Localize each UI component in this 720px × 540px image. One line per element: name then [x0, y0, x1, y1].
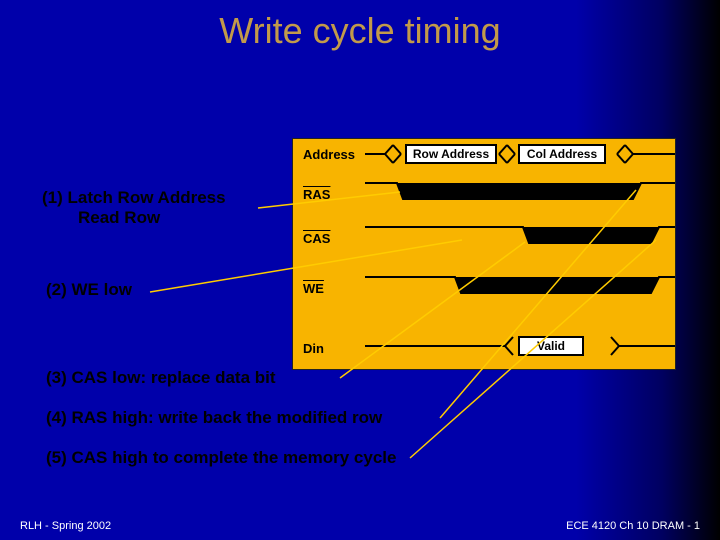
annotation-1-sub: Read Row: [78, 208, 226, 228]
row-address-box: Row Address: [405, 144, 497, 164]
footer-right: ECE 4120 Ch 10 DRAM - 1: [566, 520, 700, 532]
footer-left: RLH - Spring 2002: [20, 520, 111, 532]
annotation-4: (4) RAS high: write back the modified ro…: [46, 408, 382, 428]
ras-wave: [365, 179, 675, 205]
cas-wave: [365, 223, 675, 249]
annotation-5: (5) CAS high to complete the memory cycl…: [46, 448, 396, 468]
timing-panel: Address Row Address Col Address RAS CAS …: [292, 138, 676, 370]
we-label: WE: [303, 281, 324, 296]
annotation-1-main: (1) Latch Row Address: [42, 188, 226, 207]
address-label: Address: [303, 147, 355, 162]
col-address-box: Col Address: [518, 144, 606, 164]
valid-box: Valid: [518, 336, 584, 356]
cas-label: CAS: [303, 231, 330, 246]
annotation-1: (1) Latch Row Address Read Row: [42, 188, 226, 228]
we-wave: [365, 273, 675, 299]
annotation-2: (2) WE low: [46, 280, 132, 300]
ras-label: RAS: [303, 187, 330, 202]
annotation-3: (3) CAS low: replace data bit: [46, 368, 276, 388]
din-label: Din: [303, 341, 324, 356]
page-title: Write cycle timing: [0, 10, 720, 52]
